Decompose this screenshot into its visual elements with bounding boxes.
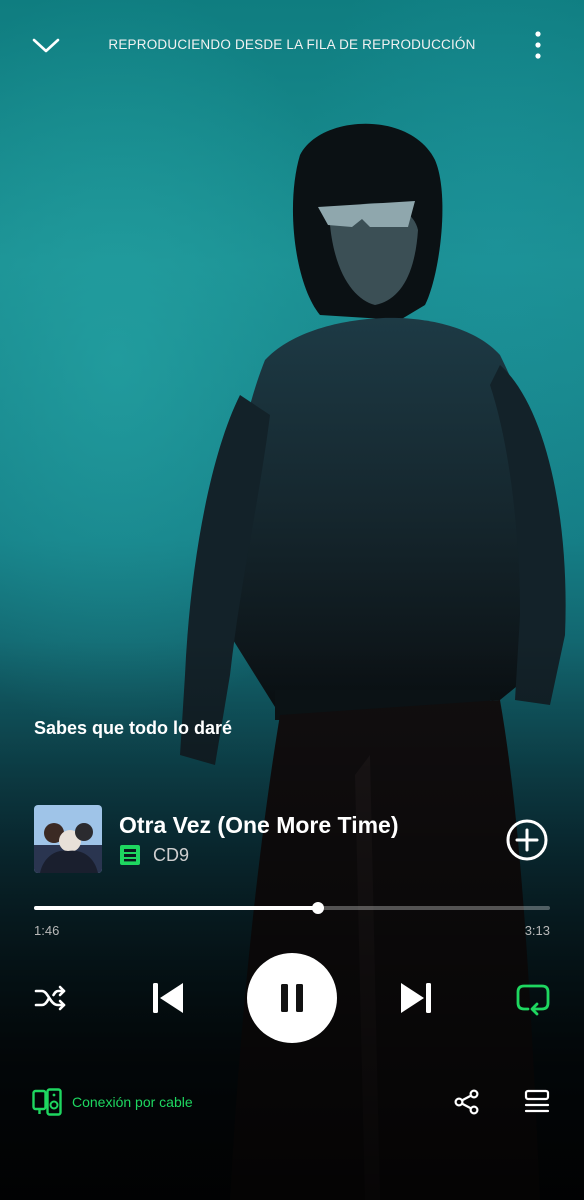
pause-icon (281, 984, 303, 1012)
playing-context-label: REPRODUCIENDO DESDE LA FILA DE REPRODUCC… (108, 37, 476, 52)
artist-name[interactable]: CD9 (153, 845, 189, 866)
device-label: Conexión por cable (72, 1094, 193, 1110)
share-icon[interactable] (454, 1089, 480, 1115)
repeat-icon[interactable] (514, 982, 552, 1018)
skip-next-icon[interactable] (398, 980, 434, 1016)
progress-bar[interactable] (34, 902, 550, 914)
artist-row: CD9 (119, 843, 189, 867)
elapsed-time: 1:46 (34, 923, 60, 938)
play-pause-button[interactable] (247, 953, 337, 1043)
shuffle-icon[interactable] (34, 983, 68, 1013)
player-header: REPRODUCIENDO DESDE LA FILA DE REPRODUCC… (0, 0, 584, 92)
album-art[interactable] (34, 805, 102, 873)
queue-icon[interactable] (524, 1089, 550, 1115)
lyrics-line[interactable]: Sabes que todo lo daré (34, 718, 232, 739)
progress-fill (34, 906, 318, 910)
downloaded-icon (120, 845, 140, 865)
skip-previous-icon[interactable] (150, 980, 186, 1016)
add-circle-icon[interactable] (505, 818, 549, 862)
chevron-down-icon[interactable] (30, 33, 62, 57)
connect-device-button[interactable]: Conexión por cable (32, 1088, 193, 1116)
track-title[interactable]: Otra Vez (One More Time) (119, 812, 398, 839)
total-duration: 3:13 (524, 923, 550, 938)
more-vertical-icon[interactable] (528, 30, 548, 60)
progress-thumb[interactable] (311, 902, 324, 914)
connected-device-icon (32, 1088, 62, 1116)
